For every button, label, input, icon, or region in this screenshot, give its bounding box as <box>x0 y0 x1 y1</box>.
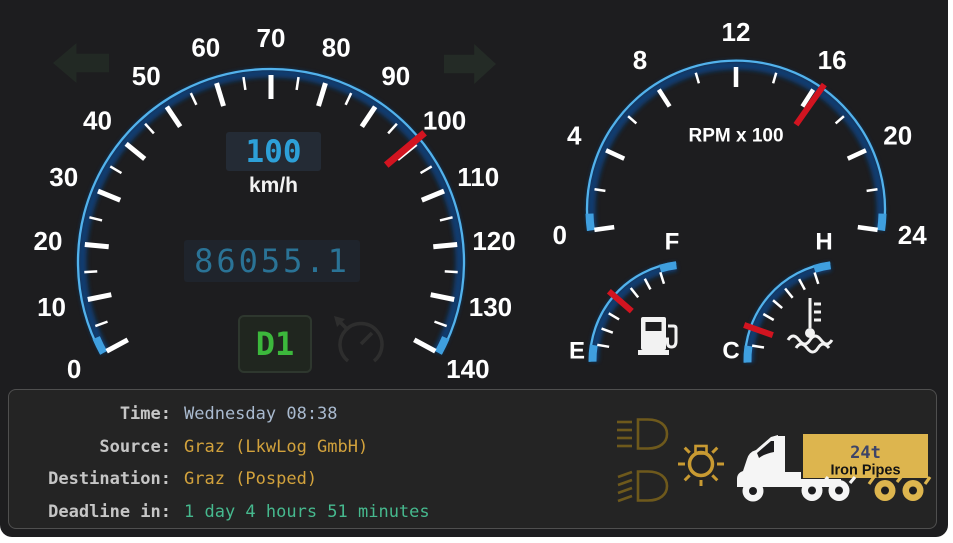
svg-text:10: 10 <box>37 292 66 322</box>
light-mode-icon <box>678 444 724 486</box>
odometer-value: 86055.1 <box>194 242 350 280</box>
odometer-display: 86055.1 <box>184 240 360 282</box>
svg-text:0: 0 <box>67 354 81 384</box>
svg-text:90: 90 <box>381 61 410 91</box>
time-value: Wednesday 08:38 <box>184 404 338 425</box>
fuel-pump-icon <box>638 317 678 355</box>
temperature-icon <box>786 298 834 354</box>
speed-display: 100 <box>226 132 321 171</box>
destination-label: Destination: <box>48 469 171 490</box>
svg-text:110: 110 <box>457 162 499 192</box>
svg-text:12: 12 <box>722 17 751 47</box>
speed-unit-label: km/h <box>248 174 298 197</box>
svg-text:C: C <box>722 338 739 365</box>
svg-text:20: 20 <box>34 226 63 256</box>
temperature-gauge: CH <box>722 229 832 365</box>
destination-value: Graz (Posped) <box>184 469 318 490</box>
source-label: Source: <box>99 436 171 457</box>
svg-text:40: 40 <box>83 105 112 135</box>
svg-text:140: 140 <box>446 354 489 384</box>
cruise-control-icon <box>334 316 384 363</box>
cargo-name-label: Iron Pipes <box>830 463 900 479</box>
svg-text:RPM x 100: RPM x 100 <box>688 126 783 147</box>
svg-text:130: 130 <box>469 292 512 322</box>
gear-value: D1 <box>255 325 295 363</box>
svg-text:70: 70 <box>257 23 286 53</box>
svg-text:100: 100 <box>423 105 466 135</box>
high-beam-icon <box>617 418 669 450</box>
svg-text:4: 4 <box>567 121 582 151</box>
low-beam-icon <box>617 470 669 503</box>
svg-text:50: 50 <box>132 61 161 91</box>
svg-text:H: H <box>815 229 832 256</box>
svg-text:8: 8 <box>633 45 647 75</box>
svg-text:30: 30 <box>49 162 78 192</box>
tachometer-gauge: 0 4 8 12 16 20 24 RPM x 100 <box>552 17 927 250</box>
svg-text:16: 16 <box>818 45 847 75</box>
svg-text:E: E <box>569 338 585 365</box>
svg-text:60: 60 <box>191 33 220 63</box>
cargo-weight-label: 24t <box>850 443 881 463</box>
gear-indicator: D1 <box>238 315 312 373</box>
svg-text:120: 120 <box>472 226 515 256</box>
dashboard: 0 10 20 30 40 50 60 70 80 90 100 110 120 130 140 0 4 8 12 1… <box>0 0 948 537</box>
speed-value: 100 <box>245 133 302 170</box>
time-label: Time: <box>119 404 171 425</box>
svg-text:20: 20 <box>883 121 912 151</box>
source-value: Graz (LkwLog GmbH) <box>184 436 369 457</box>
svg-text:24: 24 <box>898 220 927 250</box>
trailer-wheels-icon <box>867 474 932 501</box>
svg-text:0: 0 <box>552 220 566 250</box>
svg-text:F: F <box>665 229 680 256</box>
svg-text:80: 80 <box>322 33 351 63</box>
truck-cargo-icon: 24t Iron Pipes <box>737 434 932 502</box>
deadline-label: Deadline in: <box>48 501 171 522</box>
deadline-value: 1 day 4 hours 51 minutes <box>184 501 430 522</box>
